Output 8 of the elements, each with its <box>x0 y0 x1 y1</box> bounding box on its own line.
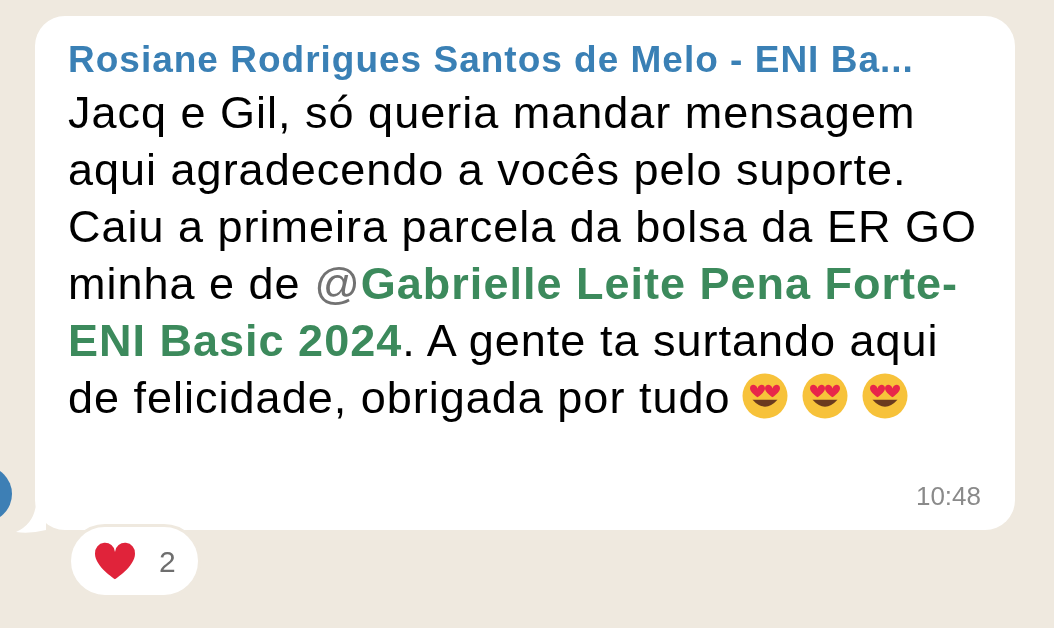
heart-icon <box>93 541 137 581</box>
sender-name: Rosiane Rodrigues Santos de Melo - ENI Ba... <box>68 38 915 82</box>
reaction-pill[interactable]: 2 <box>68 524 201 598</box>
reaction-count: 2 <box>159 543 176 580</box>
message-time: 10:48 <box>915 480 981 513</box>
mention-link[interactable]: ENI Basic 2024 <box>68 315 403 366</box>
message-text: Jacq e Gil, só queria mandar mensagem aqui agradecendo a vocês pelo suporte. Caiu a primeira parcela da bolsa da ER GO minha e de @Gabrielle Leite Pena Forte- ENI Basic 2024. A gente ta surtando aqui de felicidade, obrigada por tudo <box>68 86 978 425</box>
mention-link[interactable]: @Gabrielle Leite Pena Forte- <box>314 258 958 309</box>
